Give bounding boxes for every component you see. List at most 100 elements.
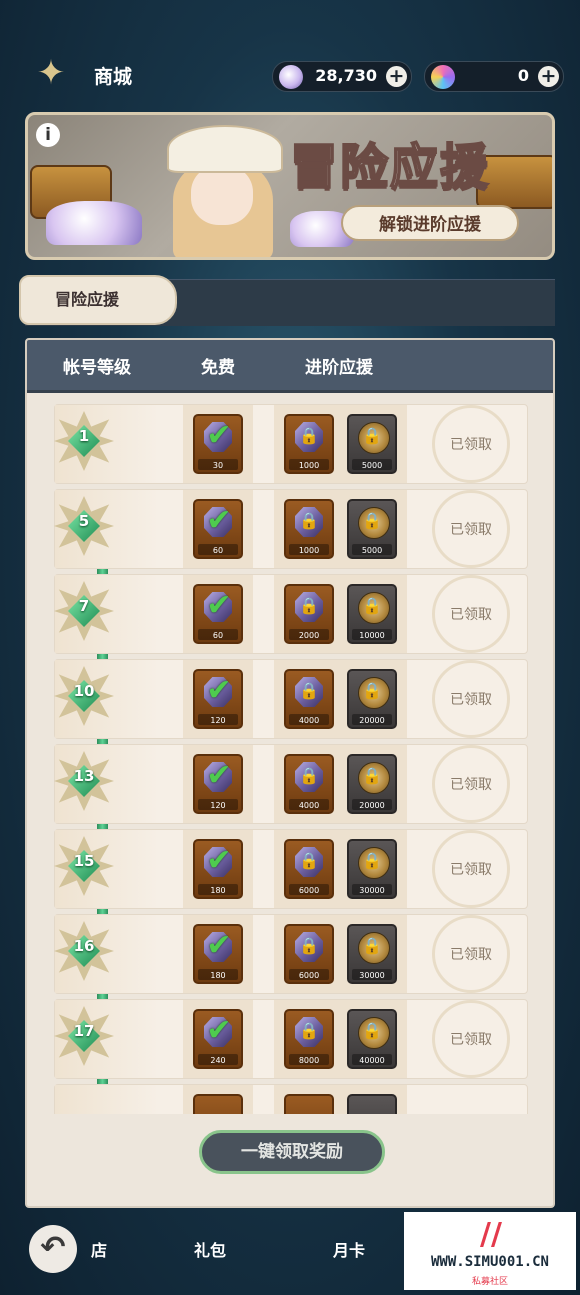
level-badge: 13: [54, 751, 114, 811]
reward-row: 7 ✔ 60 🔒 2000 🔒 10000 已领取: [54, 574, 528, 654]
level-number: 10: [73, 682, 95, 700]
claimed-stamp: 已领取: [427, 660, 515, 738]
free-reward-amount: 240: [210, 1056, 226, 1065]
advanced-gem-reward[interactable]: 🔒 4000: [284, 754, 334, 814]
advanced-coin-amount: 5000: [361, 546, 383, 555]
check-icon: ✔: [206, 1013, 232, 1048]
claimed-stamp: 已领取: [427, 745, 515, 823]
coin-currency[interactable]: 0 +: [424, 61, 564, 92]
free-reward-item[interactable]: [193, 1094, 243, 1114]
advanced-coin-reward[interactable]: 🔒 5000: [347, 414, 397, 474]
free-reward-item[interactable]: ✔ 120: [193, 754, 243, 814]
lock-icon: 🔒: [362, 426, 382, 445]
watermark: // WWW.SIMU001.CN 私募社区: [404, 1212, 576, 1290]
level-badge: 16: [54, 921, 114, 981]
lock-icon: 🔒: [299, 426, 319, 445]
free-reward-amount: 120: [210, 716, 226, 725]
claimed-label: 已领取: [450, 607, 492, 623]
reward-row: 16 ✔ 180 🔒 6000 🔒 30000 已领取: [54, 914, 528, 994]
claimed-label: 已领取: [450, 692, 492, 708]
gem-icon: [279, 65, 303, 89]
advanced-coin-reward[interactable]: 🔒 30000: [347, 839, 397, 899]
reward-list[interactable]: 1 ✔ 30 🔒 1000 🔒 5000 已领取 5 ✔ 60 🔒 1000 🔒 5000 已领取 7 ✔ 60 🔒 2…: [27, 402, 553, 1114]
advanced-coin-reward[interactable]: 🔒 5000: [347, 499, 397, 559]
advanced-coin-amount: 40000: [359, 1056, 385, 1065]
check-icon: ✔: [206, 843, 232, 878]
claimed-stamp: 已领取: [427, 490, 515, 568]
advanced-gem-reward[interactable]: 🔒 8000: [284, 1009, 334, 1069]
advanced-coin-reward[interactable]: 🔒 20000: [347, 669, 397, 729]
reward-row: 13 ✔ 120 🔒 4000 🔒 20000 已领取: [54, 744, 528, 824]
claimed-stamp: 已领取: [427, 405, 515, 483]
adventure-support-banner: i 冒险应援 解锁进阶应援: [25, 112, 555, 260]
watermark-url: WWW.SIMU001.CN: [430, 1254, 549, 1270]
lock-icon: 🔒: [362, 936, 382, 955]
advanced-gem-reward[interactable]: [284, 1094, 334, 1114]
claimed-label: 已领取: [450, 947, 492, 963]
advanced-coin-reward[interactable]: [347, 1094, 397, 1114]
free-reward-item[interactable]: ✔ 120: [193, 669, 243, 729]
reward-row-partial: [54, 1084, 528, 1114]
add-gems-button[interactable]: +: [386, 66, 407, 87]
lock-icon: 🔒: [362, 511, 382, 530]
level-badge: 10: [54, 666, 114, 726]
nav-store[interactable]: 店: [91, 1237, 107, 1261]
back-arrow-icon[interactable]: ↶: [29, 1225, 77, 1273]
free-reward-item[interactable]: ✔ 180: [193, 839, 243, 899]
level-badge: 5: [54, 496, 114, 556]
advanced-gem-reward[interactable]: 🔒 6000: [284, 924, 334, 984]
nav-gift-pack[interactable]: 礼包: [194, 1237, 226, 1261]
reward-row: 10 ✔ 120 🔒 4000 🔒 20000 已领取: [54, 659, 528, 739]
add-coins-button[interactable]: +: [538, 66, 559, 87]
reward-panel: 帐号等级 免费 进阶应援 1 ✔ 30 🔒 1000 🔒 5000 已领取 5 ✔ 60 🔒 1000 🔒…: [25, 338, 555, 1208]
lock-icon: 🔒: [362, 681, 382, 700]
lock-icon: 🔒: [299, 1021, 319, 1040]
advanced-coin-amount: 30000: [359, 971, 385, 980]
coin-count: 0: [517, 66, 529, 85]
check-icon: ✔: [206, 673, 232, 708]
level-badge: 1: [54, 411, 114, 471]
claimed-label: 已领取: [450, 522, 492, 538]
free-reward-item[interactable]: ✔ 60: [193, 499, 243, 559]
free-reward-item[interactable]: ✔ 30: [193, 414, 243, 474]
free-reward-item[interactable]: ✔ 240: [193, 1009, 243, 1069]
claim-all-button[interactable]: 一键领取奖励: [199, 1130, 385, 1174]
lock-icon: 🔒: [299, 596, 319, 615]
check-icon: ✔: [206, 588, 232, 623]
advanced-gem-reward[interactable]: 🔒 1000: [284, 414, 334, 474]
sparkle-star-icon: ✦: [36, 53, 66, 93]
gem-pile-left: [46, 201, 142, 245]
lock-icon: 🔒: [362, 1021, 382, 1040]
claimed-stamp: 已领取: [427, 830, 515, 908]
check-icon: ✔: [206, 928, 232, 963]
free-reward-amount: 30: [212, 461, 224, 470]
advanced-coin-reward[interactable]: 🔒 10000: [347, 584, 397, 644]
free-reward-item[interactable]: ✔ 60: [193, 584, 243, 644]
advanced-gem-reward[interactable]: 🔒 6000: [284, 839, 334, 899]
advanced-coin-reward[interactable]: 🔒 40000: [347, 1009, 397, 1069]
gem-currency[interactable]: 28,730 +: [272, 61, 412, 92]
level-badge: 17: [54, 1006, 114, 1066]
page-title: 商城: [94, 66, 133, 88]
advanced-gem-amount: 8000: [298, 1056, 320, 1065]
info-icon[interactable]: i: [36, 123, 60, 147]
free-reward-amount: 180: [210, 971, 226, 980]
advanced-gem-reward[interactable]: 🔒 1000: [284, 499, 334, 559]
free-reward-amount: 60: [212, 546, 224, 555]
advanced-gem-reward[interactable]: 🔒 2000: [284, 584, 334, 644]
banner-title: 冒险应援: [289, 138, 491, 196]
lock-icon: 🔒: [299, 936, 319, 955]
advanced-coin-reward[interactable]: 🔒 30000: [347, 924, 397, 984]
advanced-coin-reward[interactable]: 🔒 20000: [347, 754, 397, 814]
level-number: 1: [78, 427, 90, 445]
advanced-coin-amount: 10000: [359, 631, 385, 640]
unlock-advanced-button[interactable]: 解锁进阶应援: [341, 205, 519, 241]
tab-adventure-support[interactable]: 冒险应援: [19, 275, 177, 325]
table-header: 帐号等级 免费 进阶应援: [27, 340, 553, 393]
free-reward-item[interactable]: ✔ 180: [193, 924, 243, 984]
watermark-logo: //: [480, 1217, 502, 1252]
advanced-gem-reward[interactable]: 🔒 4000: [284, 669, 334, 729]
column-header-level: 帐号等级: [63, 358, 131, 378]
nav-monthly-card[interactable]: 月卡: [333, 1237, 365, 1261]
check-icon: ✔: [206, 503, 232, 538]
